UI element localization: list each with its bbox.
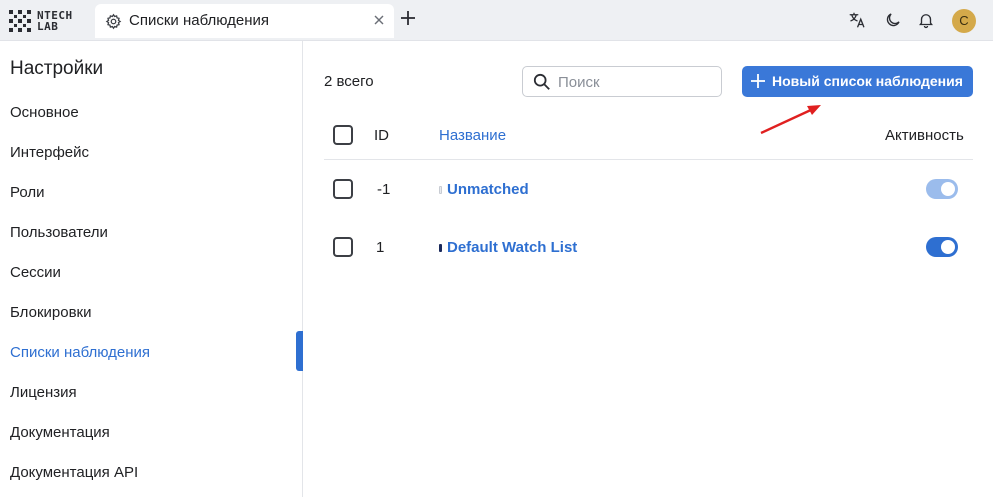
- new-watch-list-button-label: Новый список наблюдения: [772, 73, 963, 89]
- row-checkbox[interactable]: [333, 179, 353, 199]
- tab-label: Списки наблюдения: [129, 12, 270, 29]
- sidebar-title: Настройки: [10, 58, 104, 79]
- column-header-id[interactable]: ID: [374, 127, 389, 144]
- sidebar-item-blocklist[interactable]: Блокировки: [10, 304, 91, 321]
- sidebar-item-interface[interactable]: Интерфейс: [10, 144, 89, 161]
- watch-list-color-swatch: [439, 186, 442, 194]
- watch-list-color-swatch: [439, 244, 442, 252]
- tab-watch-lists[interactable]: Списки наблюдения: [95, 4, 394, 38]
- row-id: -1: [377, 181, 391, 198]
- moon-icon[interactable]: [884, 11, 902, 29]
- logo-text: NTECH LAB: [37, 10, 73, 32]
- row-checkbox[interactable]: [333, 237, 353, 257]
- row-id: 1: [376, 239, 385, 256]
- sidebar-item-documentation[interactable]: Документация: [10, 424, 110, 441]
- sidebar-item-sessions[interactable]: Сессии: [10, 264, 61, 281]
- sidebar-item-users[interactable]: Пользователи: [10, 224, 108, 241]
- ntechlab-logo[interactable]: NTECH LAB: [9, 8, 89, 34]
- new-watch-list-button[interactable]: Новый список наблюдения: [742, 66, 973, 97]
- translate-icon[interactable]: [848, 11, 866, 29]
- top-bar: NTECH LAB Списки наблюдения C: [0, 0, 993, 41]
- sidebar-item-watch-lists[interactable]: Списки наблюдения: [10, 344, 150, 361]
- watch-list-name-link[interactable]: Default Watch List: [447, 239, 577, 256]
- toggle-knob: [941, 182, 955, 196]
- column-header-active[interactable]: Активность: [885, 127, 964, 144]
- bell-icon[interactable]: [917, 11, 935, 29]
- search-box[interactable]: [522, 66, 722, 97]
- active-toggle[interactable]: [926, 237, 958, 257]
- column-header-name[interactable]: Название: [439, 127, 506, 144]
- watch-list-name-link[interactable]: Unmatched: [447, 181, 529, 198]
- gear-icon: [105, 13, 122, 30]
- plus-icon: [751, 74, 765, 88]
- sidebar-item-api-documentation[interactable]: Документация API: [10, 464, 138, 481]
- close-icon[interactable]: [372, 13, 386, 27]
- header-divider: [324, 159, 973, 160]
- toggle-knob: [941, 240, 955, 254]
- total-count: 2 всего: [324, 73, 374, 90]
- active-toggle[interactable]: [926, 179, 958, 199]
- red-arrow-annotation: [760, 105, 821, 135]
- search-input[interactable]: [558, 72, 716, 92]
- avatar[interactable]: C: [952, 9, 976, 33]
- search-icon: [533, 73, 550, 90]
- new-tab-plus-icon[interactable]: [399, 9, 417, 27]
- logo-line-2: LAB: [37, 20, 59, 33]
- sidebar: Настройки Основное Интерфейс Роли Пользо…: [0, 41, 303, 497]
- select-all-checkbox[interactable]: [333, 125, 353, 145]
- sidebar-item-roles[interactable]: Роли: [10, 184, 45, 201]
- sidebar-item-license[interactable]: Лицензия: [10, 384, 77, 401]
- logo-mark-icon: [9, 10, 31, 32]
- sidebar-item-general[interactable]: Основное: [10, 104, 79, 121]
- sidebar-active-indicator: [296, 331, 303, 371]
